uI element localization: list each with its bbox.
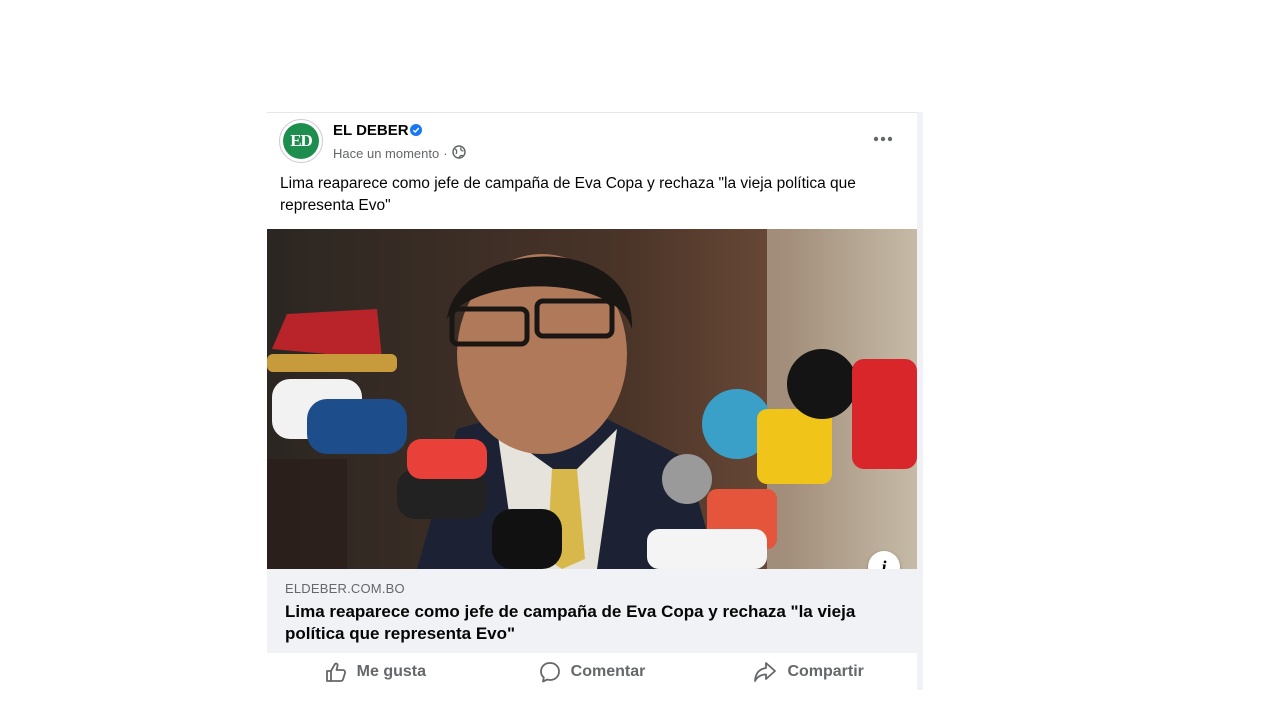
action-bar: Me gusta Comentar Compartir — [267, 653, 917, 691]
share-button[interactable]: Compartir — [700, 653, 917, 691]
post-timestamp[interactable]: Hace un momento — [333, 146, 439, 161]
post-card: ED EL DEBER Hace un momento · Lima reapa… — [267, 112, 917, 691]
share-arrow-icon — [753, 661, 777, 683]
page-name-link[interactable]: EL DEBER — [333, 122, 409, 139]
post-header: ED EL DEBER Hace un momento · — [267, 113, 917, 169]
thumbs-up-icon — [325, 661, 347, 683]
link-title[interactable]: Lima reaparece como jefe de campaña de E… — [285, 601, 895, 645]
avatar-logo: ED — [283, 123, 319, 159]
card-edge — [917, 112, 923, 690]
comment-bubble-icon — [539, 661, 561, 683]
like-button[interactable]: Me gusta — [267, 653, 484, 691]
globe-icon — [451, 145, 466, 162]
verified-badge-icon — [410, 124, 422, 136]
page-avatar[interactable]: ED — [279, 119, 323, 163]
link-domain: ELDEBER.COM.BO — [285, 581, 405, 596]
share-label: Compartir — [787, 663, 864, 680]
link-preview-box[interactable]: ELDEBER.COM.BO Lima reaparece como jefe … — [267, 569, 917, 653]
comment-label: Comentar — [570, 663, 646, 680]
post-meta: Hace un momento · — [333, 145, 466, 162]
post-text: Lima reaparece como jefe de campaña de E… — [280, 175, 856, 214]
link-preview-image[interactable]: i — [267, 229, 917, 569]
like-label: Me gusta — [356, 663, 426, 680]
more-options-icon[interactable] — [869, 129, 897, 149]
comment-button[interactable]: Comentar — [484, 653, 701, 691]
meta-separator: · — [443, 146, 448, 161]
